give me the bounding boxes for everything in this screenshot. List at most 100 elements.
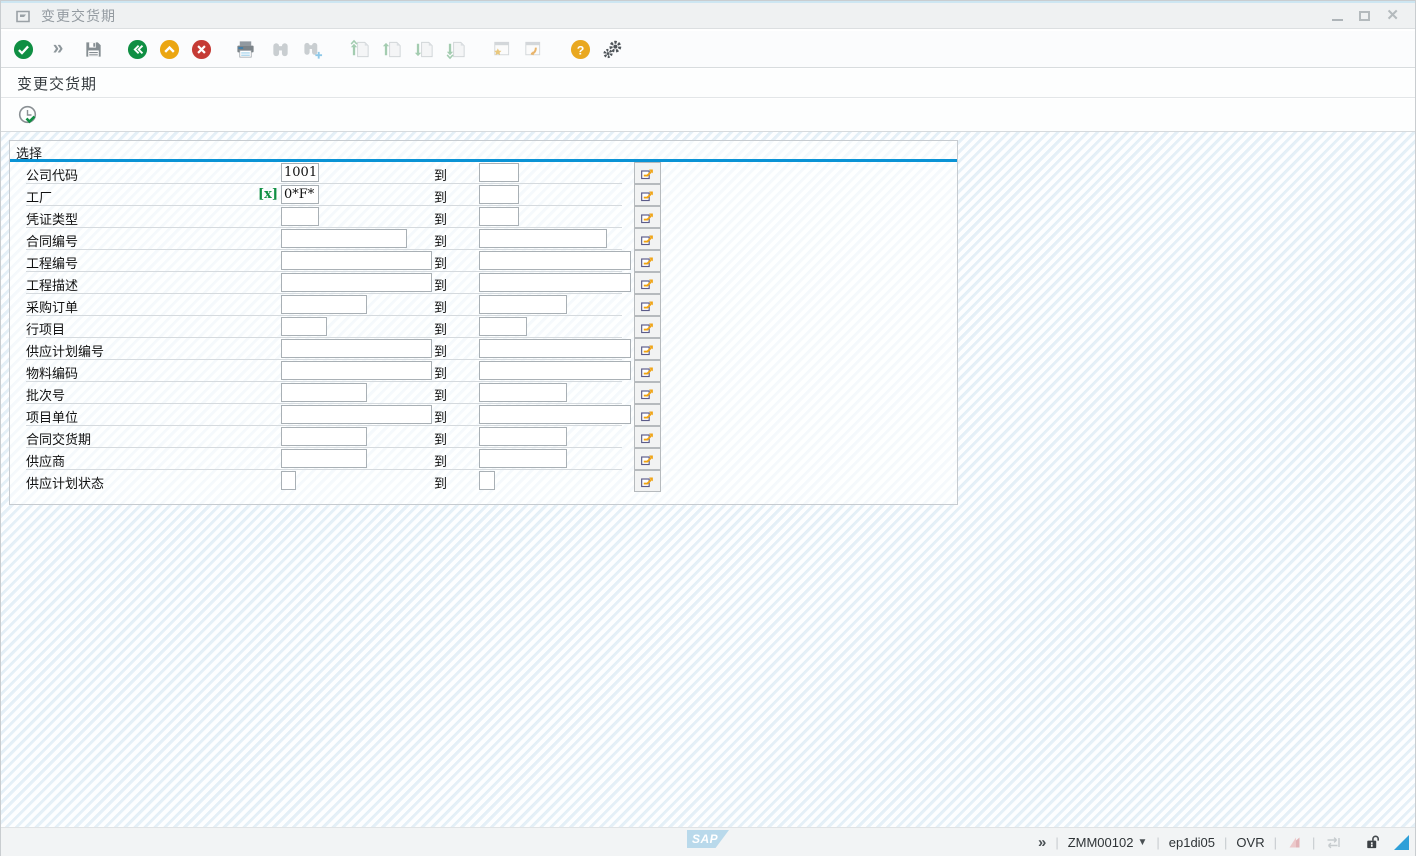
to-input[interactable] [479,383,567,402]
to-label: 到 [434,319,447,338]
chevron-down-icon: ▼ [1137,837,1147,848]
to-input[interactable] [479,471,495,490]
help-icon[interactable]: ? [568,37,592,61]
selection-row: 公司代码 [x] 到 [10,162,957,184]
to-input[interactable] [479,405,631,424]
save-icon[interactable] [81,37,105,61]
customize-layout-icon[interactable] [600,37,624,61]
from-input[interactable] [281,207,319,226]
to-input[interactable] [479,251,631,270]
data-transfer-icon[interactable] [1324,834,1341,851]
resize-grip[interactable] [1394,835,1409,850]
multiselect-button[interactable] [634,272,661,294]
more-options-icon[interactable]: » [46,37,70,61]
multiselect-button[interactable] [634,382,661,404]
from-input[interactable] [281,427,367,446]
from-input[interactable] [281,273,432,292]
to-input[interactable] [479,163,519,182]
main-toolbar: » [1,31,1415,68]
to-label: 到 [434,451,447,470]
field-label: 供应计划编号 [26,341,104,360]
page-title: 变更交货期 [1,69,1415,98]
field-label: 工程编号 [26,253,78,272]
enter-check-icon[interactable] [11,37,35,61]
window-menu-icon[interactable] [15,8,31,24]
from-input[interactable] [281,229,407,248]
from-input[interactable] [281,163,319,182]
multiselect-button[interactable] [634,228,661,250]
to-label: 到 [434,187,447,206]
to-input[interactable] [479,273,631,292]
selection-row: 采购订单 [x] 到 [10,294,957,316]
find-next-icon [300,37,324,61]
to-input[interactable] [479,185,519,204]
find-icon [268,37,292,61]
field-label: 行项目 [26,319,65,338]
multiselect-button[interactable] [634,294,661,316]
maximize-button[interactable] [1359,11,1370,21]
from-input[interactable] [281,317,327,336]
statusbar-overflow-button[interactable]: » [1038,836,1046,850]
selection-rows: 公司代码 [x] 到 工厂 [x] 到 凭证类型 [x] 到 合同编号 [x] … [10,162,957,492]
from-input[interactable] [281,471,296,490]
field-label: 工程描述 [26,275,78,294]
multiselect-button[interactable] [634,316,661,338]
to-input[interactable] [479,295,567,314]
multiselect-button[interactable] [634,162,661,184]
from-input[interactable] [281,383,367,402]
field-label: 供应商 [26,451,65,470]
to-input[interactable] [479,207,519,226]
to-input[interactable] [479,317,527,336]
back-icon[interactable] [125,37,149,61]
from-input[interactable] [281,361,432,380]
from-input[interactable] [281,339,432,358]
to-label: 到 [434,165,447,184]
to-input[interactable] [479,361,631,380]
field-label: 合同编号 [26,231,78,250]
from-input[interactable] [281,295,367,314]
response-time-icon[interactable] [1286,834,1303,851]
minimize-button[interactable] [1332,19,1343,21]
field-label: 工厂 [26,187,52,206]
status-bar: SAP » | ZMM00102 ▼ | ep1di05 | OVR | | [1,827,1415,856]
from-input[interactable] [281,405,432,424]
selection-row: 合同交货期 [x] 到 [10,426,957,448]
system-name: ep1di05 [1169,835,1215,850]
security-lock-icon[interactable] [1363,834,1380,851]
to-input[interactable] [479,229,607,248]
selection-row: 凭证类型 [x] 到 [10,206,957,228]
selection-row: 工厂 [x] 到 [10,184,957,206]
to-input[interactable] [479,339,631,358]
multiselect-button[interactable] [634,206,661,228]
selection-row: 行项目 [x] 到 [10,316,957,338]
to-input[interactable] [479,427,567,446]
multiselect-button[interactable] [634,360,661,382]
execute-clock-check-icon[interactable] [15,102,42,129]
multiselect-button[interactable] [634,338,661,360]
exit-icon[interactable] [157,37,181,61]
selection-row: 项目单位 [x] 到 [10,404,957,426]
multiselect-button[interactable] [634,448,661,470]
multiselect-button[interactable] [634,426,661,448]
multiselect-button[interactable] [634,470,661,492]
multiselect-button[interactable] [634,184,661,206]
from-input[interactable] [281,185,319,204]
to-input[interactable] [479,449,567,468]
from-input[interactable] [281,251,432,270]
insert-overwrite-toggle[interactable]: OVR [1236,835,1264,850]
multiselect-button[interactable] [634,250,661,272]
transaction-selector[interactable]: ZMM00102 ▼ [1068,835,1148,850]
sap-logo: SAP [687,830,729,848]
create-shortcut-icon [520,37,544,61]
from-input[interactable] [281,449,367,468]
print-icon[interactable] [233,37,257,61]
separator [1350,835,1354,850]
close-button[interactable]: ✕ [1386,11,1399,21]
separator: | [1055,835,1058,850]
cancel-icon[interactable] [189,37,213,61]
multiselect-button[interactable] [634,404,661,426]
separator: | [1224,835,1227,850]
selection-row: 合同编号 [x] 到 [10,228,957,250]
separator: | [1312,835,1315,850]
selection-row: 供应计划状态 [x] 到 [10,470,957,492]
